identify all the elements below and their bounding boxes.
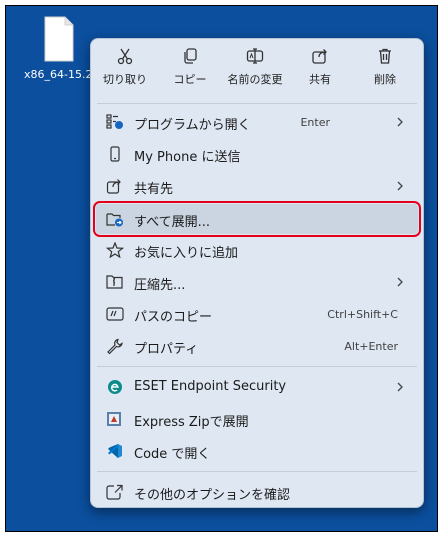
menu-item-label: Code で開く xyxy=(134,447,211,462)
menu-divider xyxy=(97,366,417,367)
copy-button[interactable]: コピー xyxy=(160,47,220,95)
more-options-icon xyxy=(106,484,123,500)
menu-divider xyxy=(97,471,417,472)
trash-icon xyxy=(379,48,391,64)
menu-item-open-with[interactable]: プログラムから開く Enter xyxy=(96,107,418,137)
desktop: x86_64-15.2. 切り取り コピー 名前の変更 共有 削除 プログラムか… xyxy=(5,5,438,532)
context-toolbar: 切り取り コピー 名前の変更 共有 削除 xyxy=(91,39,423,101)
menu-item-share-to[interactable]: 共有先 xyxy=(96,171,418,201)
chevron-right-icon xyxy=(397,117,403,127)
share-icon xyxy=(106,179,121,194)
express-zip-icon xyxy=(107,412,121,426)
menu-item-add-favorite[interactable]: お気に入りに追加 xyxy=(96,235,418,265)
menu-item-label: Express Zipで展開 xyxy=(134,415,249,430)
phone-icon xyxy=(110,146,120,162)
chevron-right-icon xyxy=(397,277,403,287)
chevron-right-icon xyxy=(397,382,403,392)
menu-item-label: 圧縮先... xyxy=(134,278,186,293)
star-icon xyxy=(106,242,124,258)
context-menu: 切り取り コピー 名前の変更 共有 削除 プログラムから開く Enter My … xyxy=(90,38,424,508)
menu-item-open-in-code[interactable]: Code で開く xyxy=(96,436,418,466)
menu-item-label: プロパティ xyxy=(134,342,199,357)
menu-item-label: プログラムから開く xyxy=(134,118,251,133)
menu-item-compress-to[interactable]: 圧縮先... xyxy=(96,267,418,297)
menu-item-properties[interactable]: プロパティ Alt+Enter xyxy=(96,331,418,361)
menu-item-label: お気に入りに追加 xyxy=(134,246,239,261)
copy-label: コピー xyxy=(173,73,207,86)
delete-button[interactable]: 削除 xyxy=(355,47,415,95)
scissors-icon xyxy=(117,48,133,65)
copy-icon xyxy=(184,48,197,64)
menu-item-label: 共有先 xyxy=(134,182,174,197)
delete-label: 削除 xyxy=(374,73,396,86)
vscode-icon xyxy=(108,444,122,458)
menu-item-label: その他のオプションを確認 xyxy=(134,488,291,503)
share-label: 共有 xyxy=(309,73,331,86)
rename-label: 名前の変更 xyxy=(227,73,283,86)
menu-item-eset[interactable]: ESET Endpoint Security xyxy=(96,372,418,402)
menu-item-shortcut: Enter xyxy=(300,116,330,129)
menu-item-send-to-phone[interactable]: My Phone に送信 xyxy=(96,139,418,169)
wrench-icon xyxy=(107,338,123,354)
share-button[interactable]: 共有 xyxy=(290,47,350,95)
menu-item-extract-all[interactable]: すべて展開... xyxy=(93,201,421,237)
menu-item-shortcut: Alt+Enter xyxy=(344,340,398,353)
cut-button[interactable]: 切り取り xyxy=(95,47,155,95)
eset-icon xyxy=(108,380,122,394)
cut-label: 切り取り xyxy=(103,73,147,86)
extract-folder-icon xyxy=(106,213,123,227)
menu-item-label: My Phone に送信 xyxy=(134,150,241,165)
share-icon xyxy=(312,49,327,64)
menu-item-label: パスのコピー xyxy=(134,310,213,325)
menu-item-express-zip[interactable]: Express Zipで展開 xyxy=(96,404,418,434)
menu-item-label: すべて展開... xyxy=(134,215,210,230)
chevron-right-icon xyxy=(397,181,403,191)
menu-item-shortcut: Ctrl+Shift+C xyxy=(327,308,398,321)
open-with-icon xyxy=(106,114,123,129)
menu-item-more-options[interactable]: その他のオプションを確認 xyxy=(96,477,418,507)
rename-icon xyxy=(246,48,264,64)
file-icon xyxy=(44,16,74,62)
zip-folder-icon xyxy=(106,275,123,289)
menu-item-label: ESET Endpoint Security xyxy=(134,379,287,394)
menu-divider xyxy=(97,103,417,104)
copy-path-icon xyxy=(106,307,124,321)
rename-button[interactable]: 名前の変更 xyxy=(225,47,285,95)
menu-item-copy-path[interactable]: パスのコピー Ctrl+Shift+C xyxy=(96,299,418,329)
